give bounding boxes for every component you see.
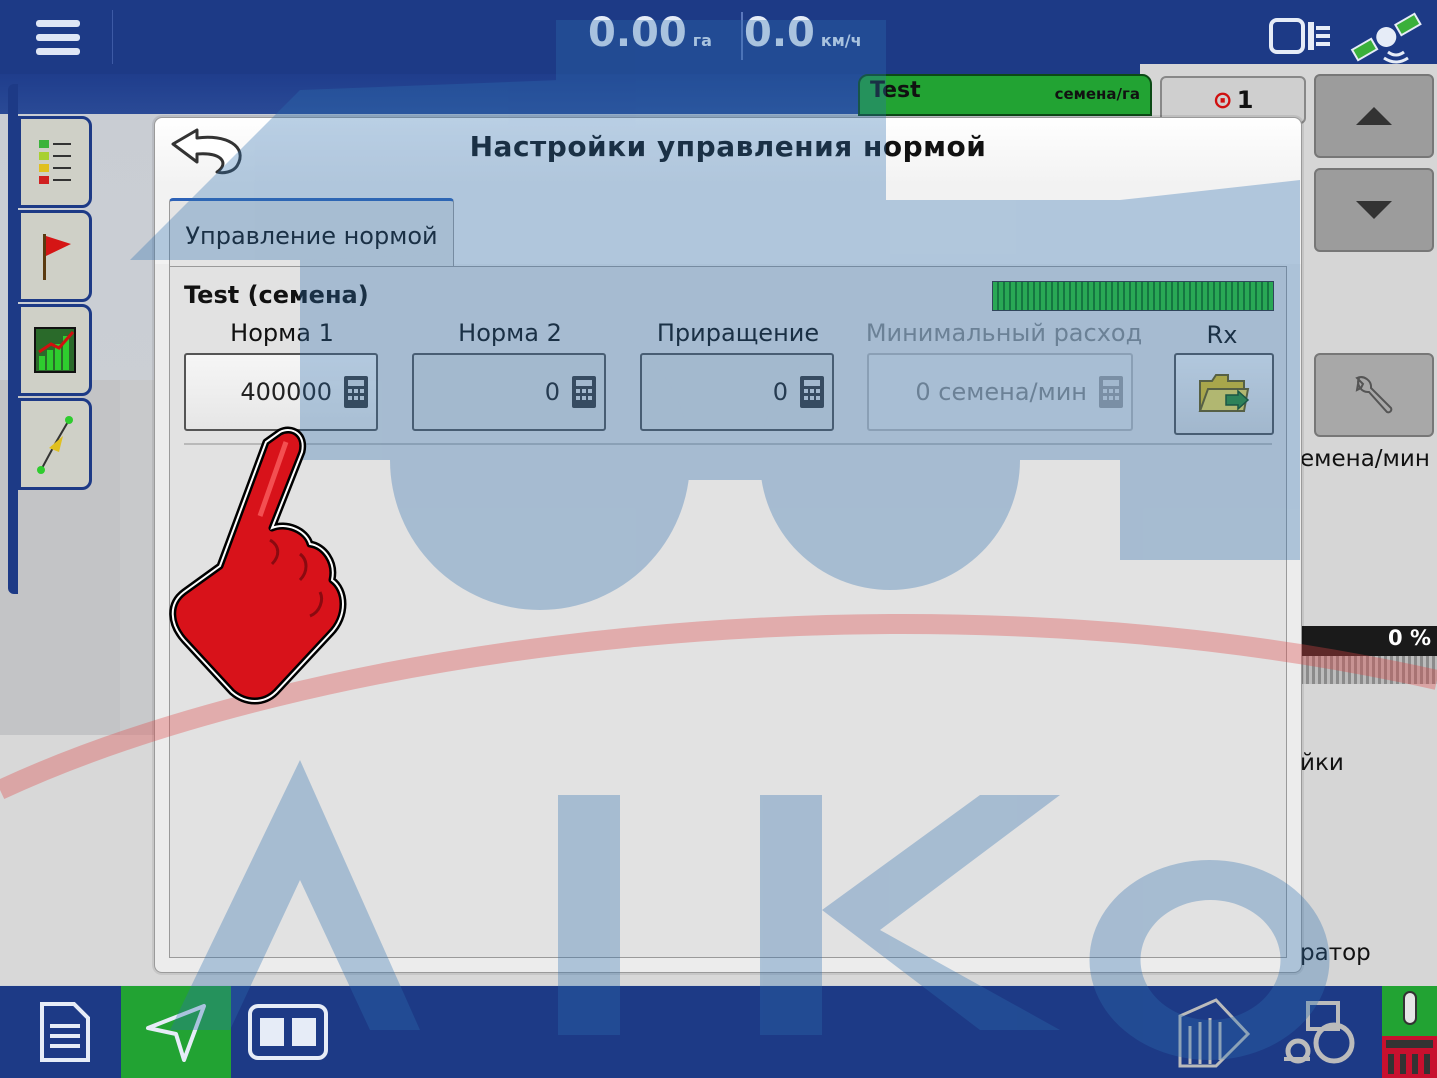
rx-prescription-button[interactable] bbox=[1174, 353, 1274, 435]
implement-button[interactable] bbox=[1174, 986, 1254, 1078]
settings-label: йки bbox=[1300, 750, 1344, 776]
wrench-icon bbox=[1355, 376, 1393, 414]
legend-list-icon bbox=[39, 140, 71, 184]
product-level-bar bbox=[992, 281, 1274, 311]
folder-import-icon bbox=[1198, 374, 1250, 412]
target-icon: ⊙ bbox=[1212, 86, 1233, 114]
increment-field[interactable]: 0 bbox=[640, 353, 834, 431]
legend-button[interactable] bbox=[18, 116, 92, 208]
min-flow-field: 0 семена/мин bbox=[867, 353, 1133, 431]
top-divider bbox=[112, 10, 113, 64]
rate-1-label: Норма 1 bbox=[230, 319, 334, 347]
rate-down-button[interactable] bbox=[1314, 168, 1434, 252]
rate-2-field[interactable]: 0 bbox=[412, 353, 606, 431]
calculator-icon bbox=[800, 376, 824, 408]
flag-icon bbox=[43, 234, 71, 280]
rate-1-value: 400000 bbox=[240, 378, 332, 406]
bar-chart-icon bbox=[34, 327, 76, 373]
product-tab[interactable]: Test семена/га bbox=[858, 74, 1152, 116]
tab-rate-control[interactable]: Управление нормой bbox=[169, 198, 454, 271]
split-view-button[interactable] bbox=[240, 986, 336, 1078]
rx-label: Rx bbox=[1206, 321, 1238, 349]
guidance-line-icon bbox=[37, 416, 73, 474]
calculator-icon bbox=[572, 376, 596, 408]
calculator-icon bbox=[344, 376, 368, 408]
increment-label: Приращение bbox=[656, 319, 820, 347]
operator-label: ратор bbox=[1300, 940, 1371, 966]
top-bar bbox=[0, 0, 1437, 74]
progress-percent: 0 % bbox=[1388, 626, 1431, 650]
rate-2-value: 0 bbox=[544, 378, 560, 406]
metric-separator bbox=[741, 12, 743, 60]
dialog-title: Настройки управления нормой bbox=[469, 130, 987, 163]
speed-readout: 0.0 км/ч bbox=[744, 8, 862, 66]
navigation-arrow-icon bbox=[146, 1004, 206, 1062]
speed-value: 0.0 bbox=[744, 10, 815, 56]
pointing-hand-icon bbox=[169, 426, 347, 705]
calculator-icon bbox=[1099, 376, 1123, 408]
min-flow-value: 0 семена/мин bbox=[915, 378, 1087, 406]
speed-unit: км/ч bbox=[820, 31, 862, 50]
document-button[interactable] bbox=[18, 986, 112, 1078]
guidance-button[interactable] bbox=[18, 398, 92, 490]
navigation-button[interactable] bbox=[121, 986, 231, 1078]
left-rail bbox=[8, 84, 18, 594]
product-name: Test bbox=[870, 78, 921, 103]
increment-value: 0 bbox=[772, 378, 788, 406]
tractor-button[interactable] bbox=[1278, 986, 1362, 1078]
triangle-up-icon bbox=[1356, 107, 1392, 125]
yield-chart-button[interactable] bbox=[18, 304, 92, 396]
progress-bar: 0 % bbox=[1300, 626, 1437, 656]
product-section-label: Test (семена) bbox=[184, 281, 369, 309]
flag-button[interactable] bbox=[18, 210, 92, 302]
rate-unit-label: емена/мин bbox=[1300, 446, 1430, 472]
triangle-down-icon bbox=[1356, 201, 1392, 219]
area-readout: 0.00 га bbox=[588, 8, 712, 66]
rate-2-label: Норма 2 bbox=[458, 319, 562, 347]
gps-satellite-icon[interactable] bbox=[1348, 8, 1428, 64]
product-unit: семена/га bbox=[1054, 85, 1140, 103]
hamburger-menu-icon[interactable] bbox=[30, 14, 86, 60]
progress-stripes bbox=[1300, 656, 1437, 684]
settings-wrench-button[interactable] bbox=[1314, 353, 1434, 437]
min-flow-label: Минимальный расход bbox=[865, 319, 1143, 347]
area-unit: га bbox=[692, 31, 712, 50]
implement-icon bbox=[1178, 998, 1251, 1068]
document-icon bbox=[40, 1002, 90, 1062]
planter-icon bbox=[1382, 991, 1437, 1078]
split-view-icon bbox=[248, 1004, 328, 1060]
tractor-icon bbox=[1284, 1001, 1355, 1064]
device-status-icon[interactable] bbox=[1268, 16, 1340, 56]
target-count: 1 bbox=[1236, 86, 1254, 114]
planter-status-button[interactable] bbox=[1382, 986, 1437, 1078]
rate-up-button[interactable] bbox=[1314, 74, 1434, 158]
area-value: 0.00 bbox=[588, 10, 687, 56]
